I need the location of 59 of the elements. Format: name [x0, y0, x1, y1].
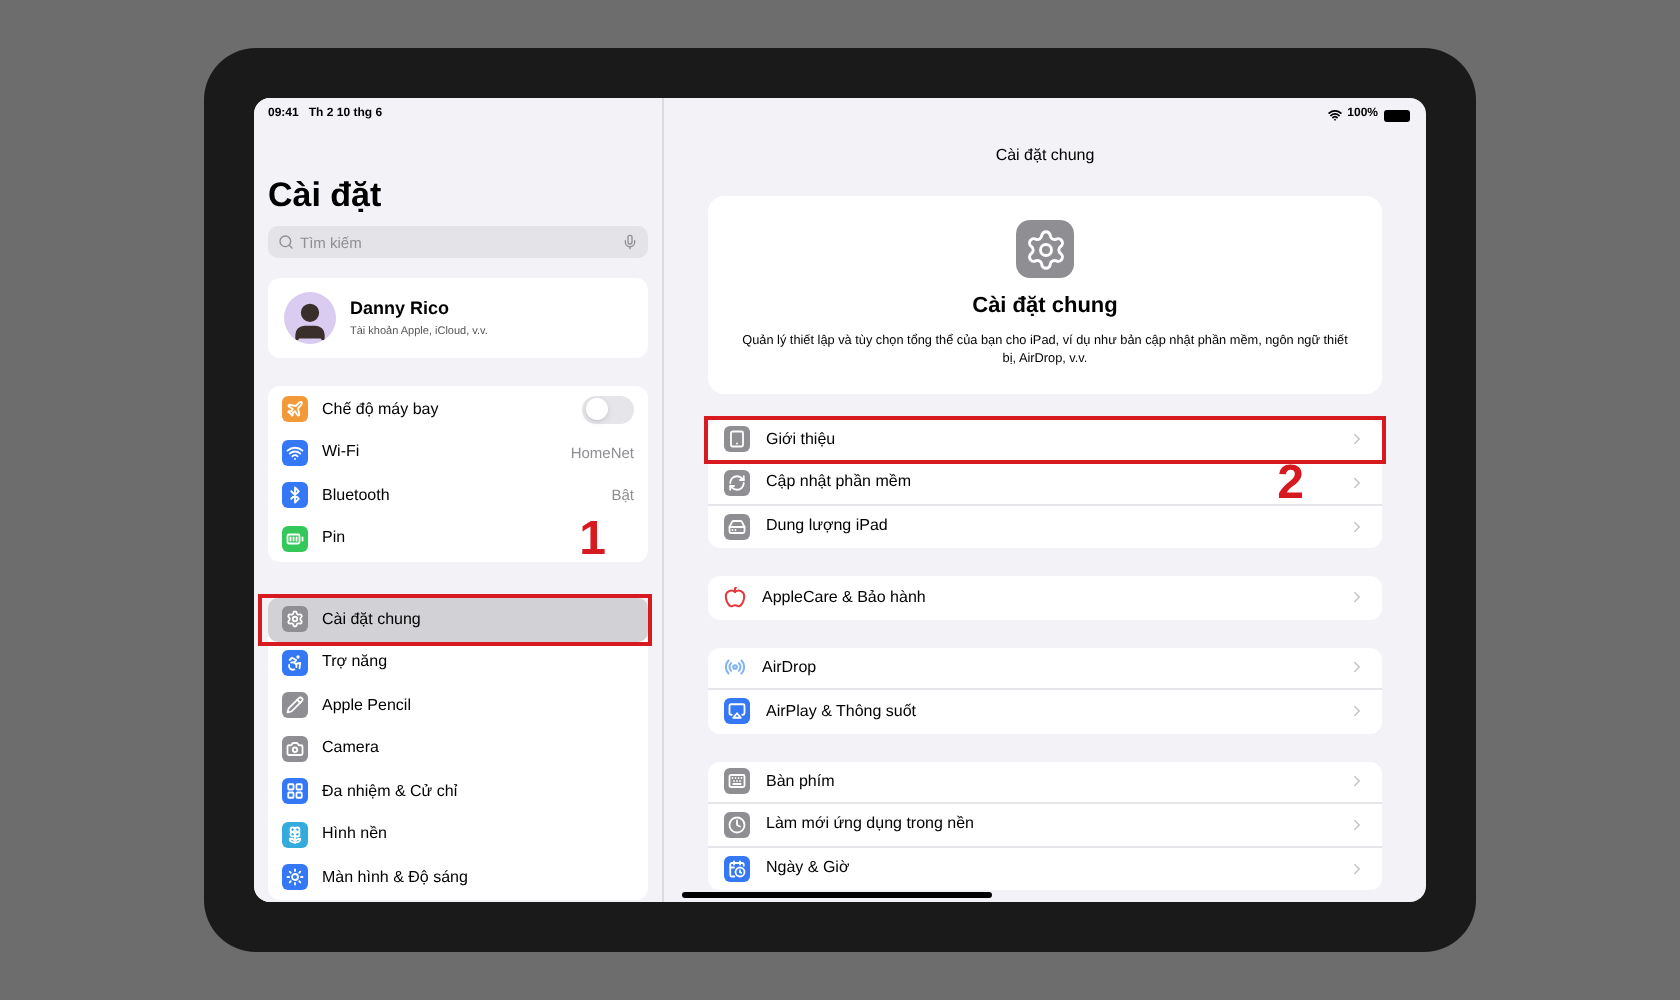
settings-row[interactable]: Đa nhiệm & Cử chỉ — [268, 770, 648, 813]
annotation-number: 2 — [1277, 461, 1304, 504]
nav-title: Cài đặt chung — [993, 144, 1097, 168]
wifi-icon — [1327, 108, 1342, 122]
settings-row[interactable]: Pin 1 — [268, 517, 648, 560]
chevron-icon — [1348, 430, 1366, 449]
row-label: Ngày & Giờ — [766, 856, 852, 881]
microphone-icon — [622, 234, 638, 250]
settings-row[interactable]: Hình nền — [268, 813, 648, 856]
row-label: Bàn phím — [766, 769, 837, 794]
row-label: Màn hình & Độ sáng — [322, 865, 470, 890]
settings-row[interactable]: Cập nhật phần mềm 2 — [708, 462, 1382, 506]
chevron-icon — [1348, 588, 1366, 607]
chevron-icon — [1348, 517, 1366, 536]
settings-row[interactable]: Camera — [268, 727, 648, 770]
row-label: Pin — [322, 526, 348, 551]
row-label: Đa nhiệm & Cử chỉ — [322, 779, 460, 804]
settings-row[interactable]: Dung lượng iPad — [708, 505, 1382, 549]
header-title: Cài đặt chung — [972, 292, 1118, 322]
settings-row[interactable]: Giới thiệu — [708, 419, 1382, 463]
toggle-switch[interactable] — [582, 395, 634, 424]
row-label: AirPlay & Thông suốt — [766, 699, 919, 724]
row-label: Camera — [322, 736, 381, 761]
chevron-icon — [1348, 658, 1366, 677]
row-label: AirDrop — [762, 655, 819, 680]
settings-row[interactable]: Chế độ máy bay — [268, 388, 648, 431]
settings-row[interactable]: Apple Pencil — [268, 684, 648, 727]
chevron-icon — [1348, 772, 1366, 791]
row-label: Hình nền — [322, 822, 389, 847]
row-label: Wi-Fi — [322, 440, 362, 465]
chevron-icon — [1348, 815, 1366, 834]
chevron-icon — [1348, 859, 1366, 878]
row-label: Apple Pencil — [322, 693, 413, 718]
chevron-icon — [1348, 473, 1366, 492]
row-label: Cài đặt chung — [322, 607, 423, 632]
settings-row[interactable]: AirDrop — [708, 647, 1382, 691]
row-label: Cập nhật phần mềm — [766, 470, 913, 495]
sidebar-title: Cài đặt — [268, 178, 384, 212]
settings-row[interactable]: Bàn phím — [708, 761, 1382, 805]
chevron-icon — [1348, 702, 1366, 721]
row-label: AppleCare & Bảo hành — [762, 585, 928, 610]
settings-row[interactable]: Làm mới ứng dụng trong nền — [708, 804, 1382, 848]
battery-icon — [1384, 109, 1410, 121]
settings-row[interactable]: AppleCare & Bảo hành — [708, 576, 1382, 620]
settings-row[interactable]: Ngày & Giờ — [708, 847, 1382, 891]
row-label: Bluetooth — [322, 483, 392, 508]
avatar-icon — [284, 292, 336, 344]
settings-row[interactable]: Màn hình & Độ sáng — [268, 856, 648, 899]
row-label: Trợ năng — [322, 650, 390, 675]
settings-row[interactable]: Trợ năng — [268, 641, 648, 684]
profile-name: Danny Rico — [350, 296, 452, 323]
gear-icon — [1016, 220, 1074, 278]
settings-row[interactable]: AirPlay & Thông suốt — [708, 690, 1382, 734]
row-label: Chế độ máy bay — [322, 397, 441, 422]
row-label: Làm mới ứng dụng trong nền — [766, 812, 976, 837]
annotation-number: 1 — [579, 517, 606, 560]
row-label: Giới thiệu — [766, 427, 838, 452]
search-icon — [278, 234, 294, 250]
row-label: Dung lượng iPad — [766, 514, 890, 539]
